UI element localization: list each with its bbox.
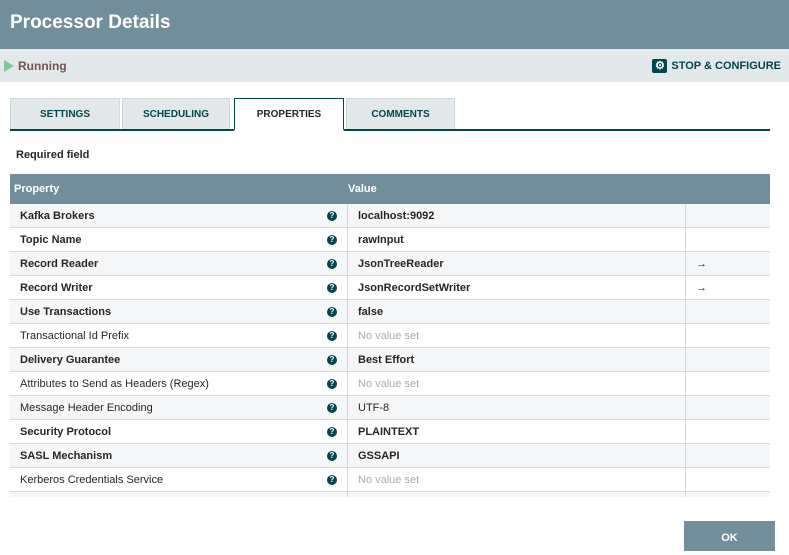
dialog-title: Processor Details (0, 0, 789, 49)
table-row[interactable]: Attributes to Send as Headers (Regex)? No… (10, 372, 770, 396)
property-cell: Topic Name? (10, 228, 348, 251)
value-cell[interactable]: localhost:9092 (348, 204, 686, 227)
play-icon (4, 59, 14, 72)
table-row[interactable]: Record Reader? JsonTreeReader → (10, 252, 770, 276)
property-cell: SASL Mechanism? (10, 444, 348, 467)
arrow-right-icon[interactable]: → (696, 258, 707, 270)
help-icon[interactable]: ? (327, 354, 337, 365)
value-cell[interactable]: No value set (348, 372, 686, 395)
property-name: Transactional Id Prefix (20, 329, 130, 342)
property-cell: Transactional Id Prefix? (10, 324, 348, 347)
stop-configure-button[interactable]: ⚙ STOP & CONFIGURE (652, 58, 781, 73)
help-icon[interactable]: ? (327, 234, 337, 245)
table-row[interactable]: Message Header Encoding? UTF-8 (10, 396, 770, 420)
value-cell[interactable]: JsonRecordSetWriter (348, 276, 686, 299)
property-name: Attributes to Send as Headers (Regex) (20, 377, 209, 390)
help-icon[interactable]: ? (327, 210, 337, 221)
table-row[interactable]: Use Transactions? false (10, 300, 770, 324)
property-name: Kerberos Credentials Service (20, 473, 164, 486)
value-cell[interactable]: JsonTreeReader (348, 252, 686, 275)
properties-table: Property Value Kafka Brokers? localhost:9… (10, 174, 770, 497)
ok-button[interactable]: OK (684, 521, 775, 551)
tab-comments[interactable]: COMMENTS (346, 98, 455, 129)
property-name: Security Protocol (20, 425, 112, 438)
tab-properties[interactable]: PROPERTIES (234, 98, 344, 131)
value-cell[interactable]: false (348, 300, 686, 323)
value-cell[interactable]: UTF-8 (348, 396, 686, 419)
header-value: Value (348, 183, 377, 195)
property-name: Kafka Brokers (20, 209, 95, 222)
help-icon[interactable]: ? (327, 282, 337, 293)
table-row[interactable]: Record Writer? JsonRecordSetWriter → (10, 276, 770, 300)
property-cell: Use Transactions? (10, 300, 348, 323)
property-cell: Delivery Guarantee? (10, 348, 348, 371)
table-row[interactable]: Security Protocol? PLAINTEXT (10, 420, 770, 444)
value-cell[interactable]: No value set (348, 324, 686, 347)
table-row[interactable]: Kerberos Credentials Service? No value se… (10, 468, 770, 492)
property-name: SASL Mechanism (20, 449, 113, 462)
table-header: Property Value (10, 174, 770, 204)
value-cell[interactable]: PLAINTEXT (348, 420, 686, 443)
property-name: Delivery Guarantee (20, 353, 121, 366)
table-row[interactable]: Kafka Brokers? localhost:9092 (10, 204, 770, 228)
property-cell: Record Writer? (10, 276, 348, 299)
value-cell[interactable]: No value set (348, 468, 686, 491)
tab-settings[interactable]: SETTINGS (10, 98, 120, 129)
actions-cell: → (686, 282, 770, 294)
tab-bar: SETTINGS SCHEDULING PROPERTIES COMMENTS (10, 98, 770, 131)
property-name: Use Transactions (20, 305, 112, 318)
required-field-note: Required field (16, 149, 90, 161)
property-cell: Kerberos Service Name? (10, 492, 348, 497)
status-bar: Running ⚙ STOP & CONFIGURE (0, 49, 789, 82)
property-name: Record Reader (20, 257, 99, 270)
property-cell: Security Protocol? (10, 420, 348, 443)
table-row[interactable]: Delivery Guarantee? Best Effort (10, 348, 770, 372)
property-cell: Message Header Encoding? (10, 396, 348, 419)
actions-cell: → (686, 258, 770, 270)
help-icon[interactable]: ? (327, 258, 337, 269)
help-icon[interactable]: ? (327, 402, 337, 413)
arrow-right-icon[interactable]: → (696, 282, 707, 294)
value-cell[interactable]: GSSAPI (348, 444, 686, 467)
help-icon[interactable]: ? (327, 474, 337, 485)
property-name: Message Header Encoding (20, 401, 153, 414)
property-cell: Record Reader? (10, 252, 348, 275)
value-cell[interactable]: Best Effort (348, 348, 686, 371)
table-row[interactable]: Topic Name? rawInput (10, 228, 770, 252)
stop-configure-label: STOP & CONFIGURE (671, 59, 781, 72)
gear-icon: ⚙ (652, 58, 668, 73)
property-cell: Kerberos Credentials Service? (10, 468, 348, 491)
run-status: Running (4, 59, 67, 73)
status-label: Running (18, 58, 67, 73)
help-icon[interactable]: ? (327, 426, 337, 437)
help-icon[interactable]: ? (327, 450, 337, 461)
help-icon[interactable]: ? (327, 306, 337, 317)
header-property: Property (14, 183, 60, 195)
table-row[interactable]: SASL Mechanism? GSSAPI (10, 444, 770, 468)
help-icon[interactable]: ? (327, 330, 337, 341)
table-row[interactable]: Transactional Id Prefix? No value set (10, 324, 770, 348)
property-name: Topic Name (20, 233, 82, 246)
value-cell[interactable]: rawInput (348, 228, 686, 251)
help-icon[interactable]: ? (327, 378, 337, 389)
property-cell: Kafka Brokers? (10, 204, 348, 227)
table-row[interactable]: Kerberos Service Name?No value set (10, 492, 770, 497)
value-cell[interactable]: No value set (348, 492, 686, 497)
tab-scheduling[interactable]: SCHEDULING (122, 98, 230, 129)
property-cell: Attributes to Send as Headers (Regex)? (10, 372, 348, 395)
property-name: Record Writer (20, 281, 93, 294)
